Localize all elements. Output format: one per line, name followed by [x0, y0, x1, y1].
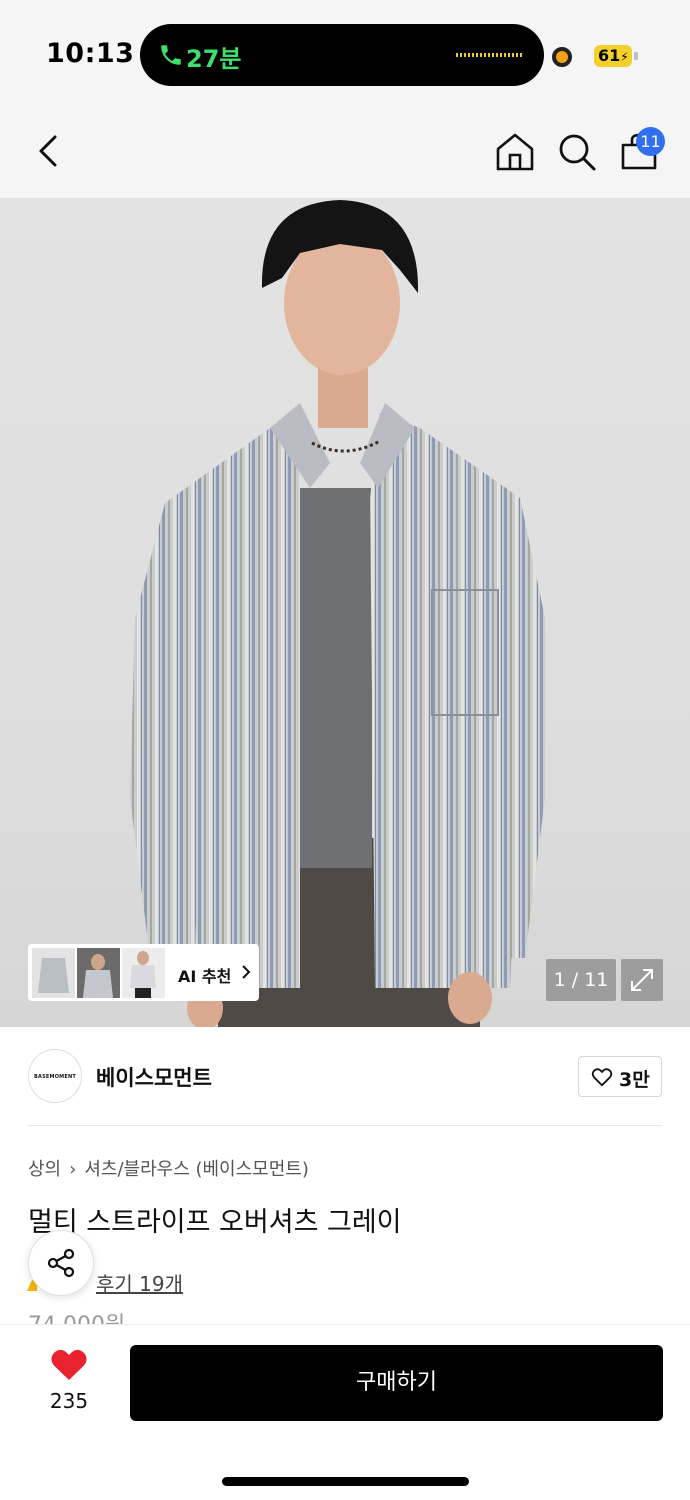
ai-thumb-3: [122, 948, 165, 998]
battery-level: 61: [598, 46, 621, 65]
ai-thumb-1: [32, 948, 75, 998]
recording-indicator-icon: [552, 47, 572, 67]
breadcrumb: 상의 › 셔츠/블라우스 (베이스모먼트): [28, 1155, 309, 1181]
heart-outline-icon: [591, 1068, 613, 1087]
breadcrumb-item[interactable]: 셔츠/블라우스 (베이스모먼트): [84, 1159, 309, 1180]
image-counter: 1 / 11: [546, 959, 616, 1001]
wish-count: 235: [49, 1389, 89, 1413]
review-link[interactable]: 후기 19개: [96, 1268, 183, 1297]
brand-name[interactable]: 베이스모먼트: [96, 1062, 212, 1092]
audio-wave-icon: [456, 53, 522, 57]
product-title: 멀티 스트라이프 오버셔츠 그레이: [28, 1207, 402, 1238]
home-indicator: [222, 1477, 469, 1486]
ai-recommend-chip[interactable]: AI 추천: [28, 944, 259, 1001]
ai-recommend-label: AI 추천: [178, 967, 232, 986]
home-icon[interactable]: [493, 130, 537, 174]
brand-logo[interactable]: BASEMOMENT: [28, 1049, 82, 1103]
brand-like-button[interactable]: 3만: [578, 1056, 662, 1097]
chevron-left-icon[interactable]: [27, 129, 71, 173]
expand-button[interactable]: [621, 959, 663, 1001]
model-photo: [130, 200, 545, 1027]
buy-button[interactable]: 구매하기: [130, 1345, 663, 1421]
search-icon[interactable]: [555, 130, 599, 174]
product-price: 74,000원: [28, 1312, 125, 1324]
cart-badge: 11: [636, 127, 665, 156]
chevron-right-icon: [242, 965, 251, 979]
breadcrumb-item[interactable]: 상의: [28, 1159, 61, 1180]
dynamic-island[interactable]: 27분: [140, 24, 544, 86]
status-time: 10:13: [46, 38, 135, 69]
call-duration: 27분: [186, 45, 242, 73]
chevron-right-icon: ›: [69, 1159, 77, 1180]
heart-filled-icon[interactable]: [50, 1348, 88, 1382]
phone-icon: [161, 45, 181, 65]
status-bar: 10:13 27분 61⚡: [0, 0, 690, 105]
battery-icon: 61⚡: [594, 45, 632, 67]
ai-thumb-2: [77, 948, 120, 998]
share-button[interactable]: [28, 1230, 94, 1296]
divider: [28, 1125, 662, 1126]
expand-icon: [631, 969, 653, 991]
product-image[interactable]: [0, 198, 690, 1027]
share-icon: [47, 1248, 75, 1278]
battery-cap: [634, 52, 638, 60]
brand-like-count: 3만: [619, 1069, 650, 1091]
